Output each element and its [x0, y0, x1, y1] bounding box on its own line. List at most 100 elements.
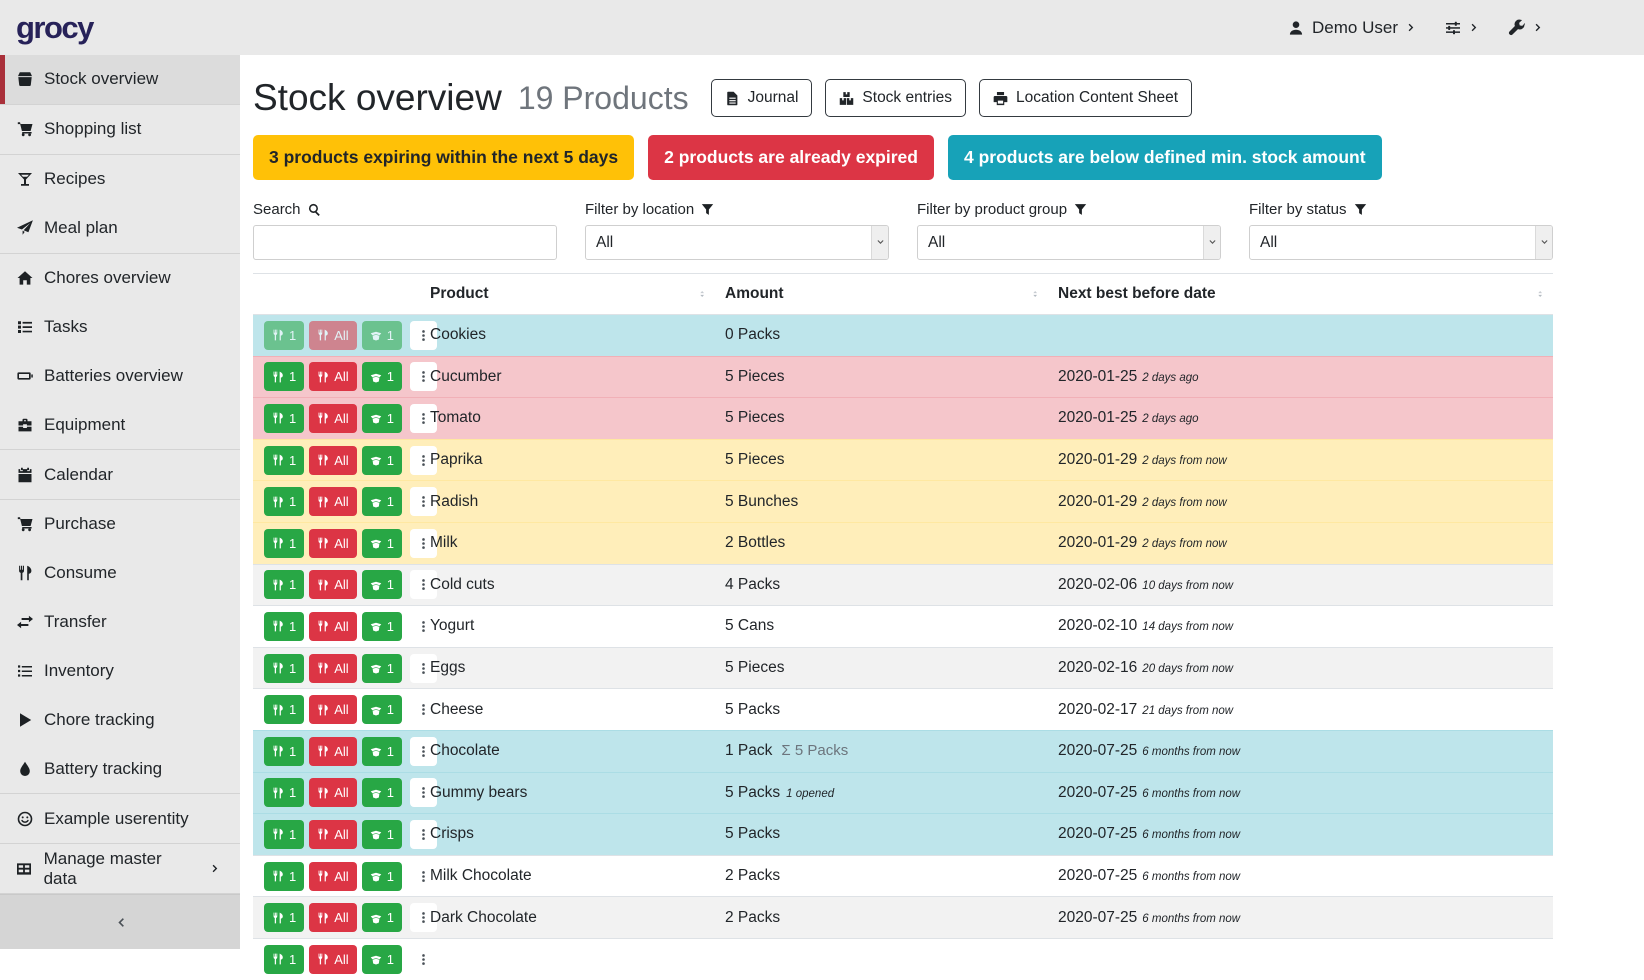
- open-one-button[interactable]: 1: [362, 820, 402, 849]
- consume-all-button[interactable]: All: [309, 529, 356, 558]
- consume-all-button[interactable]: All: [309, 862, 356, 891]
- utensils-icon: [272, 704, 284, 716]
- sidebar-item-battery-tracking[interactable]: Battery tracking: [0, 744, 240, 793]
- product-name: Yogurt: [420, 606, 715, 648]
- open-one-button[interactable]: 1: [362, 945, 402, 974]
- utensils-icon: [317, 662, 329, 674]
- date-timeago: 2 days from now: [1142, 538, 1226, 550]
- consume-one-label: 1: [289, 952, 296, 967]
- consume-all-button[interactable]: All: [309, 404, 356, 433]
- utensils-icon: [317, 496, 329, 508]
- consume-one-button[interactable]: 1: [264, 446, 304, 475]
- sidebar-item-stock-overview[interactable]: Stock overview: [0, 55, 240, 104]
- open-one-button[interactable]: 1: [362, 321, 402, 350]
- sidebar-item-purchase[interactable]: Purchase: [0, 500, 240, 549]
- open-one-button[interactable]: 1: [362, 654, 402, 683]
- user-menu[interactable]: Demo User: [1288, 18, 1417, 38]
- sidebar-item-recipes[interactable]: Recipes: [0, 155, 240, 204]
- filter-icon: [701, 203, 714, 216]
- consume-one-button[interactable]: 1: [264, 529, 304, 558]
- stock-entries-button[interactable]: Stock entries: [825, 79, 966, 117]
- consume-one-button[interactable]: 1: [264, 654, 304, 683]
- open-one-button[interactable]: 1: [362, 695, 402, 724]
- product-column-header[interactable]: Product: [420, 274, 715, 315]
- row-menu-button[interactable]: [410, 945, 437, 974]
- open-one-button[interactable]: 1: [362, 862, 402, 891]
- journal-button[interactable]: Journal: [711, 79, 813, 117]
- open-one-button[interactable]: 1: [362, 903, 402, 932]
- sidebar-item-label: Consume: [44, 563, 117, 583]
- consume-one-button[interactable]: 1: [264, 903, 304, 932]
- settings-menu[interactable]: [1445, 20, 1480, 36]
- sidebar-item-inventory[interactable]: Inventory: [0, 647, 240, 696]
- consume-all-button[interactable]: All: [309, 446, 356, 475]
- consume-one-button[interactable]: 1: [264, 570, 304, 599]
- consume-all-button[interactable]: All: [309, 945, 356, 974]
- consume-all-button[interactable]: All: [309, 570, 356, 599]
- consume-one-button[interactable]: 1: [264, 778, 304, 807]
- consume-all-button[interactable]: All: [309, 487, 356, 516]
- consume-all-button[interactable]: All: [309, 612, 356, 641]
- consume-one-button[interactable]: 1: [264, 487, 304, 516]
- location-content-sheet-button[interactable]: Location Content Sheet: [979, 79, 1192, 117]
- consume-one-button[interactable]: 1: [264, 737, 304, 766]
- best-before-column-header[interactable]: Next best before date: [1048, 274, 1553, 315]
- consume-all-button[interactable]: All: [309, 820, 356, 849]
- utensils-icon: [272, 953, 284, 965]
- sidebar-item-equipment[interactable]: Equipment: [0, 400, 240, 449]
- sidebar-item-shopping-list[interactable]: Shopping list: [0, 105, 240, 154]
- sidebar-item-tasks[interactable]: Tasks: [0, 302, 240, 351]
- consume-one-button[interactable]: 1: [264, 612, 304, 641]
- sidebar-item-manage-master-data[interactable]: Manage master data: [0, 844, 240, 893]
- app-logo[interactable]: grocy: [16, 10, 93, 46]
- open-one-button[interactable]: 1: [362, 404, 402, 433]
- status-select[interactable]: All: [1249, 225, 1553, 260]
- product-group-select[interactable]: All: [917, 225, 1221, 260]
- consume-all-button[interactable]: All: [309, 903, 356, 932]
- sidebar-item-consume[interactable]: Consume: [0, 549, 240, 598]
- search-input[interactable]: [253, 225, 557, 260]
- consume-all-button[interactable]: All: [309, 654, 356, 683]
- row-actions: 1All1: [253, 938, 420, 980]
- battery-icon: [14, 368, 35, 384]
- sidebar-item-transfer[interactable]: Transfer: [0, 598, 240, 647]
- open-one-button[interactable]: 1: [362, 446, 402, 475]
- consume-all-button[interactable]: All: [309, 778, 356, 807]
- consume-one-button[interactable]: 1: [264, 321, 304, 350]
- shopping-cart-icon: [14, 121, 35, 137]
- open-one-button[interactable]: 1: [362, 362, 402, 391]
- open-one-button[interactable]: 1: [362, 737, 402, 766]
- sort-icon[interactable]: [1535, 288, 1547, 300]
- open-one-button[interactable]: 1: [362, 487, 402, 516]
- kebab-menu-icon: [417, 870, 430, 883]
- sidebar-item-chores-overview[interactable]: Chores overview: [0, 254, 240, 303]
- consume-all-button[interactable]: All: [309, 695, 356, 724]
- sidebar-item-meal-plan[interactable]: Meal plan: [0, 204, 240, 253]
- sidebar-item-example-userentity[interactable]: Example userentity: [0, 794, 240, 843]
- consume-one-label: 1: [289, 619, 296, 634]
- main-content: Stock overview 19 Products Journal Stock…: [240, 0, 1644, 980]
- sidebar-item-batteries-overview[interactable]: Batteries overview: [0, 351, 240, 400]
- open-one-button[interactable]: 1: [362, 529, 402, 558]
- sort-icon[interactable]: [697, 288, 709, 300]
- open-one-label: 1: [387, 577, 394, 592]
- sort-icon[interactable]: [1030, 288, 1042, 300]
- consume-one-button[interactable]: 1: [264, 362, 304, 391]
- sidebar-collapse-button[interactable]: [0, 894, 240, 949]
- amount-column-header[interactable]: Amount: [715, 274, 1048, 315]
- consume-one-button[interactable]: 1: [264, 404, 304, 433]
- open-one-button[interactable]: 1: [362, 570, 402, 599]
- location-select[interactable]: All: [585, 225, 889, 260]
- consume-one-button[interactable]: 1: [264, 820, 304, 849]
- sidebar-item-chore-tracking[interactable]: Chore tracking: [0, 696, 240, 745]
- admin-menu[interactable]: [1508, 19, 1544, 36]
- sidebar-item-calendar[interactable]: Calendar: [0, 450, 240, 499]
- open-one-button[interactable]: 1: [362, 612, 402, 641]
- consume-one-button[interactable]: 1: [264, 695, 304, 724]
- consume-one-button[interactable]: 1: [264, 945, 304, 974]
- consume-all-button[interactable]: All: [309, 362, 356, 391]
- open-one-button[interactable]: 1: [362, 778, 402, 807]
- consume-one-button[interactable]: 1: [264, 862, 304, 891]
- consume-all-button[interactable]: All: [309, 321, 356, 350]
- consume-all-button[interactable]: All: [309, 737, 356, 766]
